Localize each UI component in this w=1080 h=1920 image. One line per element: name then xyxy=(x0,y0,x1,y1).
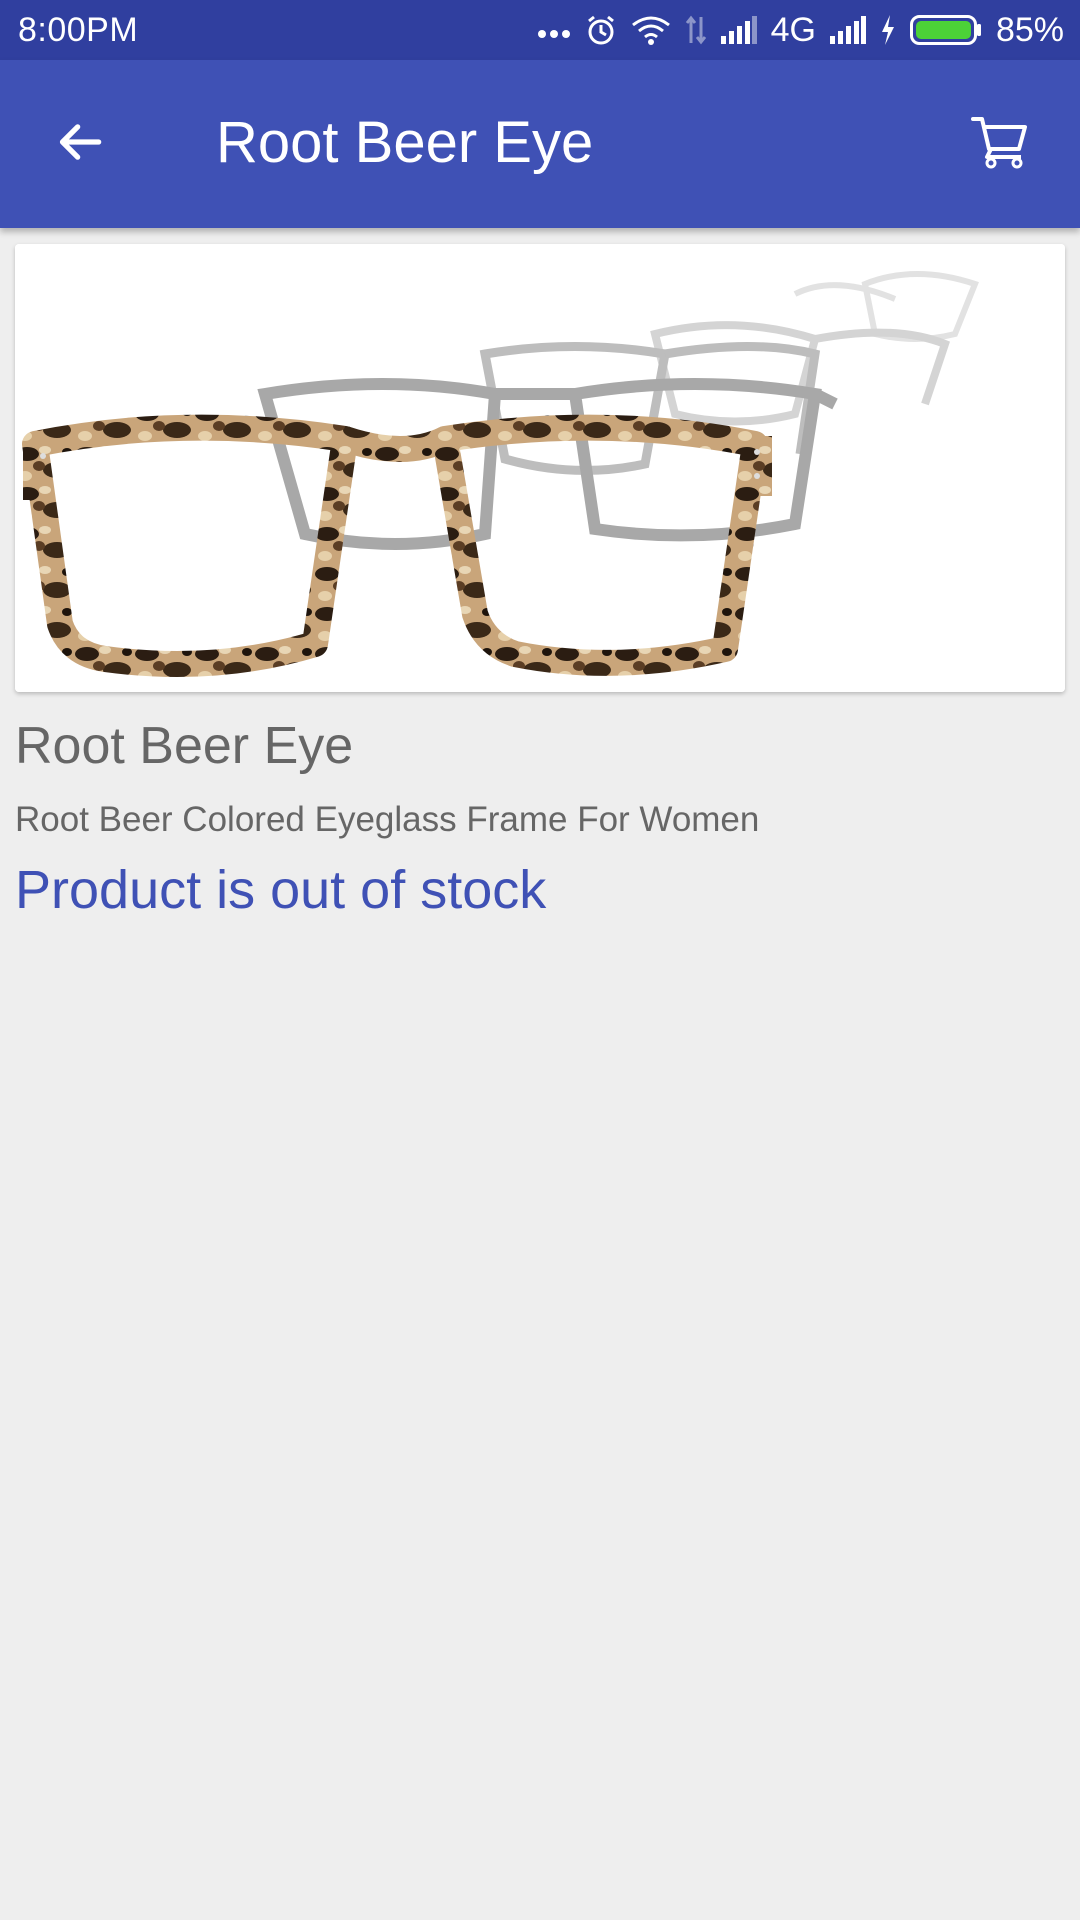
cart-button[interactable] xyxy=(960,104,1040,184)
status-time: 8:00PM xyxy=(18,10,139,49)
signal-icon xyxy=(829,16,866,44)
alarm-icon xyxy=(585,14,617,46)
page-title: Root Beer Eye xyxy=(216,110,594,175)
app-bar: Root Beer Eye xyxy=(0,60,1080,228)
battery-icon xyxy=(909,15,982,45)
status-bar: 8:00PM 4G 85% xyxy=(0,0,1080,60)
back-button[interactable] xyxy=(40,104,120,184)
charging-icon xyxy=(880,15,896,45)
stock-status: Product is out of stock xyxy=(15,860,547,920)
more-dots-icon xyxy=(537,20,571,40)
network-type: 4G xyxy=(770,10,816,49)
data-arrows-icon xyxy=(685,15,707,45)
arrow-back-icon xyxy=(52,114,108,175)
product-description: Root Beer Colored Eyeglass Frame For Wom… xyxy=(15,800,760,839)
shopping-cart-icon xyxy=(971,115,1029,174)
battery-percent: 85% xyxy=(995,10,1064,49)
status-icons: 4G 85% xyxy=(537,11,1064,50)
signal-icon xyxy=(720,16,757,44)
wifi-icon xyxy=(631,15,671,45)
eyeglasses-photo xyxy=(15,244,1065,692)
product-name: Root Beer Eye xyxy=(15,717,354,775)
product-image-card[interactable] xyxy=(15,244,1065,692)
